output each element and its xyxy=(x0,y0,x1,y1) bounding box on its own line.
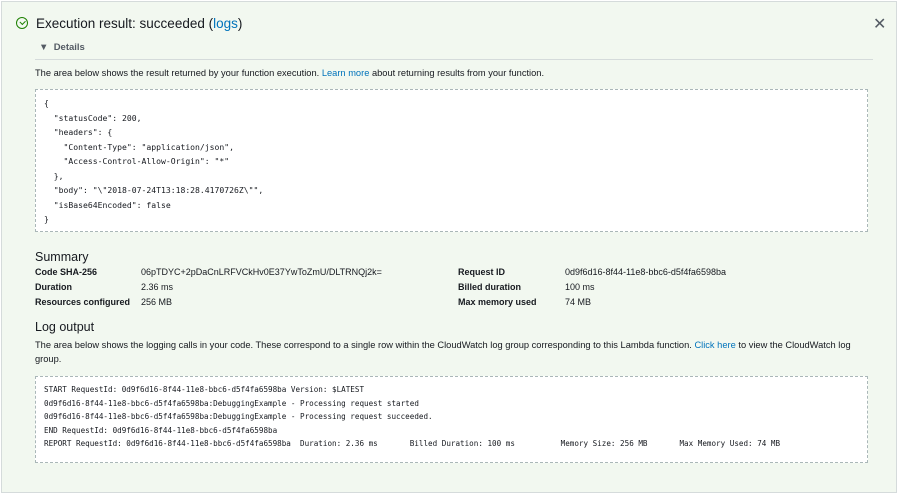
json-line: "body": "\"2018-07-24T13:18:28.4170726Z\… xyxy=(44,185,264,195)
json-line: "Access-Control-Allow-Origin": "*" xyxy=(44,156,230,166)
log-line: START RequestId: 0d9f6d16-8f44-11e8-bbc6… xyxy=(44,385,365,394)
learn-more-link[interactable]: Learn more xyxy=(322,68,370,78)
summary-heading: Summary xyxy=(35,250,89,264)
summary-label: Request ID xyxy=(458,267,506,277)
log-output-box[interactable]: START RequestId: 0d9f6d16-8f44-11e8-bbc6… xyxy=(35,376,868,463)
summary-label: Max memory used xyxy=(458,297,537,307)
summary-value: 256 MB xyxy=(141,297,173,307)
summary-label: Resources configured xyxy=(35,297,131,307)
click-here-link[interactable]: Click here xyxy=(694,340,735,350)
logs-link[interactable]: logs xyxy=(213,16,238,31)
log-output-heading: Log output xyxy=(35,320,95,334)
summary-value: 2.36 ms xyxy=(141,282,174,292)
json-line: "statusCode": 200, xyxy=(44,112,142,123)
result-description: The area below shows the result returned… xyxy=(35,66,544,80)
text: The area below shows the result returned… xyxy=(35,68,322,78)
json-line: } xyxy=(44,214,49,224)
summary-value: 06pTDYC+2pDaCnLRFVCkHv0E37YwToZmU/DLTRNQ… xyxy=(141,267,382,277)
result-json-box[interactable]: { "statusCode": 200, "headers": { "Conte… xyxy=(35,89,868,232)
details-label: Details xyxy=(53,42,85,53)
title-text: Execution result: succeeded ( xyxy=(36,16,214,31)
execution-result-panel: Execution result: succeeded (logs) ✕ ▼ D… xyxy=(1,1,897,493)
caret-down-icon: ▼ xyxy=(39,42,49,53)
text: about returning results from your functi… xyxy=(369,68,545,78)
log-line: 0d9f6d16-8f44-11e8-bbc6-d5f4fa6598ba:Deb… xyxy=(44,398,419,408)
check-circle-icon xyxy=(16,17,28,29)
close-icon[interactable]: ✕ xyxy=(873,14,886,34)
summary-label: Duration xyxy=(35,282,72,292)
json-line: "Content-Type": "application/json", xyxy=(44,141,235,152)
summary-value: 0d9f6d16-8f44-11e8-bbc6-d5f4fa6598ba xyxy=(565,267,726,277)
log-line: 0d9f6d16-8f44-11e8-bbc6-d5f4fa6598ba:Deb… xyxy=(44,412,433,421)
json-line: "headers": { xyxy=(44,127,113,137)
json-line: { xyxy=(44,98,49,108)
title-suffix: ) xyxy=(237,16,243,31)
result-title: Execution result: succeeded (logs) xyxy=(36,16,242,31)
log-line: END RequestId: 0d9f6d16-8f44-11e8-bbc6-d… xyxy=(44,425,278,435)
log-line: REPORT RequestId: 0d9f6d16-8f44-11e8-bbc… xyxy=(44,439,781,448)
summary-value: 100 ms xyxy=(565,282,595,292)
summary-value: 74 MB xyxy=(565,297,592,307)
log-description: The area below shows the logging calls i… xyxy=(35,338,865,366)
text: The area below shows the logging calls i… xyxy=(35,340,695,350)
json-line: }, xyxy=(44,170,64,181)
details-toggle[interactable]: ▼ Details xyxy=(39,42,85,53)
json-line: "isBase64Encoded": false xyxy=(44,199,171,210)
divider xyxy=(35,59,873,60)
summary-label: Billed duration xyxy=(458,282,521,292)
summary-label: Code SHA-256 xyxy=(35,267,98,277)
